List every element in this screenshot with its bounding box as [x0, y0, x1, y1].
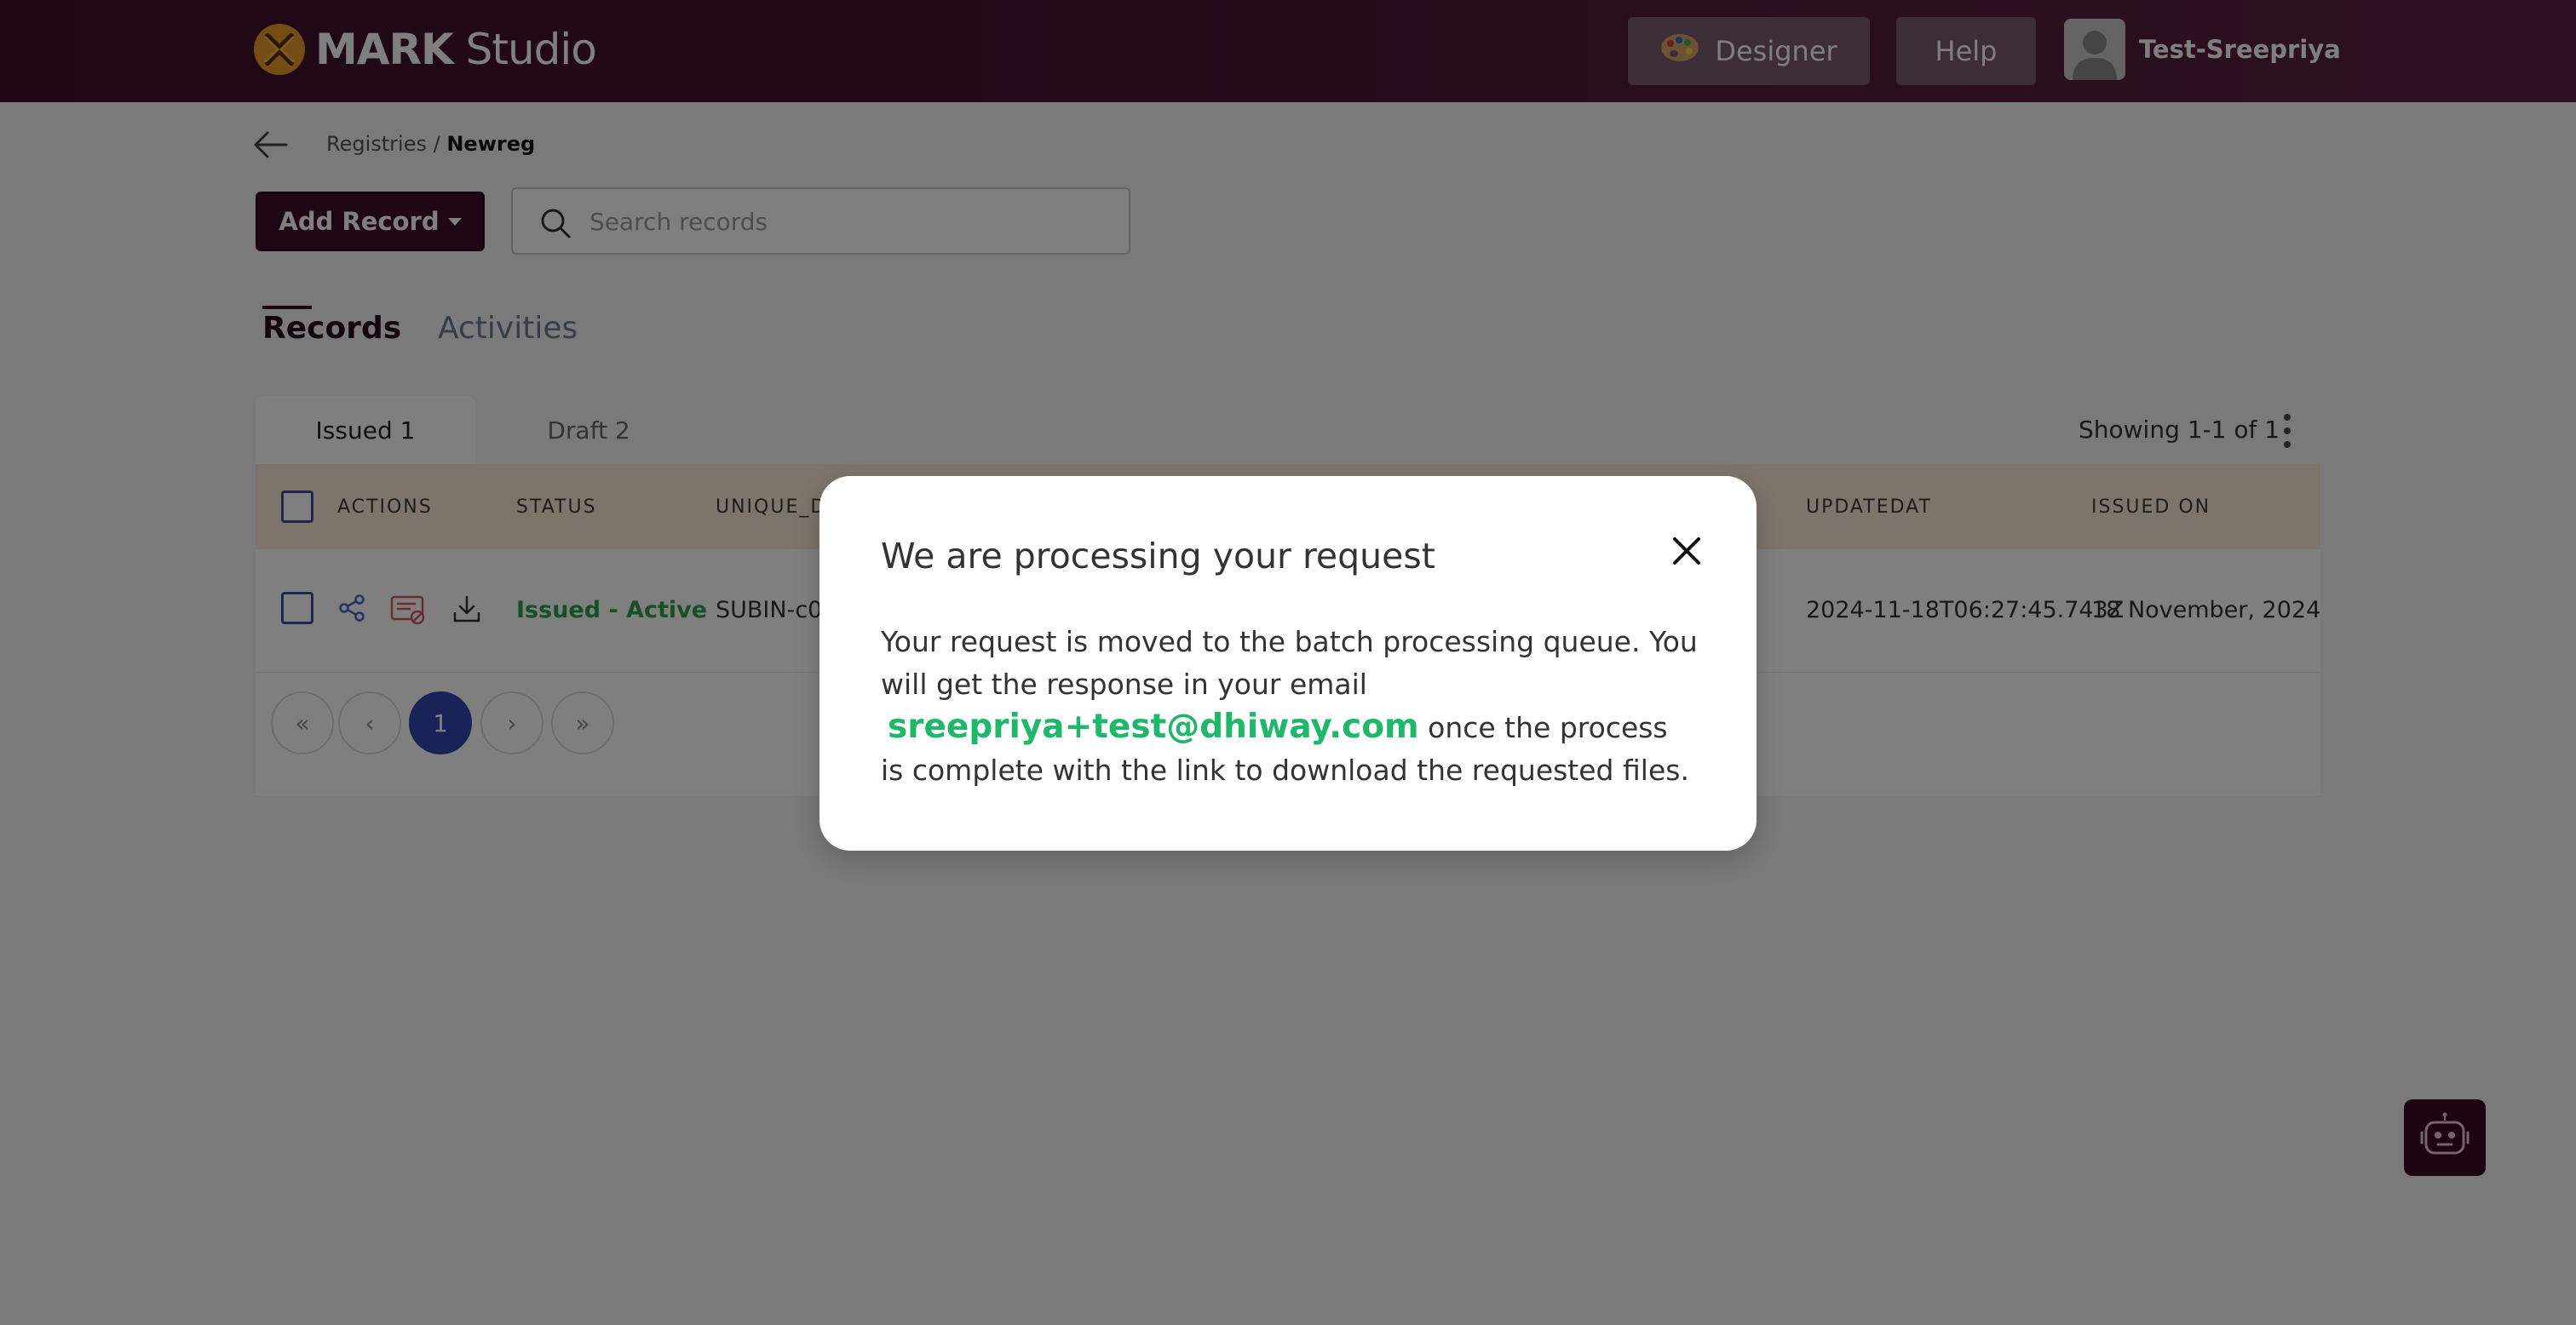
- modal-email: sreepriya+test@dhiway.com: [888, 708, 1419, 746]
- modal-message: Your request is moved to the batch proce…: [881, 621, 1699, 792]
- close-icon[interactable]: [1666, 531, 1707, 571]
- modal-message-text: Your request is moved to the batch proce…: [881, 625, 1698, 701]
- processing-modal: We are processing your request Your requ…: [819, 476, 1757, 851]
- modal-title: We are processing your request: [881, 536, 1435, 576]
